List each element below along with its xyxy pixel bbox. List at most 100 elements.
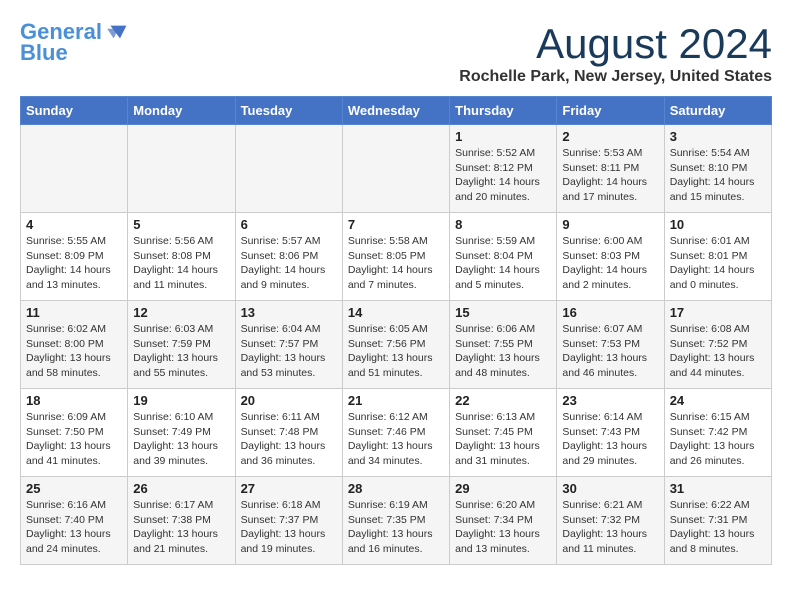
calendar-cell	[342, 125, 449, 213]
calendar-cell: 29Sunrise: 6:20 AM Sunset: 7:34 PM Dayli…	[450, 477, 557, 565]
day-number: 6	[241, 217, 337, 232]
cell-sun-info: Sunrise: 5:54 AM Sunset: 8:10 PM Dayligh…	[670, 146, 766, 205]
day-number: 27	[241, 481, 337, 496]
cell-sun-info: Sunrise: 5:57 AM Sunset: 8:06 PM Dayligh…	[241, 234, 337, 293]
weekday-header: Friday	[557, 97, 664, 125]
cell-sun-info: Sunrise: 6:22 AM Sunset: 7:31 PM Dayligh…	[670, 498, 766, 557]
cell-sun-info: Sunrise: 5:55 AM Sunset: 8:09 PM Dayligh…	[26, 234, 122, 293]
calendar-cell: 9 Sunrise: 6:00 AM Sunset: 8:03 PM Daylig…	[557, 213, 664, 301]
day-number: 31	[670, 481, 766, 496]
cell-sun-info: Sunrise: 6:17 AM Sunset: 7:38 PM Dayligh…	[133, 498, 229, 557]
day-number: 15	[455, 305, 551, 320]
logo: General Blue	[20, 20, 128, 66]
day-number: 21	[348, 393, 444, 408]
calendar-cell: 24 Sunrise: 6:15 AM Sunset: 7:42 PM Dayli…	[664, 389, 771, 477]
calendar-cell: 26 Sunrise: 6:17 AM Sunset: 7:38 PM Dayli…	[128, 477, 235, 565]
day-number: 17	[670, 305, 766, 320]
calendar-cell	[235, 125, 342, 213]
weekday-header: Monday	[128, 97, 235, 125]
calendar-cell: 10 Sunrise: 6:01 AM Sunset: 8:01 PM Dayli…	[664, 213, 771, 301]
day-number: 12	[133, 305, 229, 320]
cell-sun-info: Sunrise: 6:11 AM Sunset: 7:48 PM Dayligh…	[241, 410, 337, 469]
calendar-week-row: 11 Sunrise: 6:02 AM Sunset: 8:00 PM Dayli…	[21, 301, 772, 389]
cell-sun-info: Sunrise: 6:01 AM Sunset: 8:01 PM Dayligh…	[670, 234, 766, 293]
day-number: 8	[455, 217, 551, 232]
cell-sun-info: Sunrise: 6:07 AM Sunset: 7:53 PM Dayligh…	[562, 322, 658, 381]
calendar-cell: 3 Sunrise: 5:54 AM Sunset: 8:10 PM Daylig…	[664, 125, 771, 213]
day-number: 16	[562, 305, 658, 320]
calendar-cell: 1 Sunrise: 5:52 AM Sunset: 8:12 PM Daylig…	[450, 125, 557, 213]
logo-icon	[104, 20, 128, 44]
day-number: 10	[670, 217, 766, 232]
day-number: 24	[670, 393, 766, 408]
cell-sun-info: Sunrise: 6:06 AM Sunset: 7:55 PM Dayligh…	[455, 322, 551, 381]
cell-sun-info: Sunrise: 5:56 AM Sunset: 8:08 PM Dayligh…	[133, 234, 229, 293]
day-number: 23	[562, 393, 658, 408]
cell-sun-info: Sunrise: 6:00 AM Sunset: 8:03 PM Dayligh…	[562, 234, 658, 293]
calendar-cell: 12 Sunrise: 6:03 AM Sunset: 7:59 PM Dayli…	[128, 301, 235, 389]
cell-sun-info: Sunrise: 6:04 AM Sunset: 7:57 PM Dayligh…	[241, 322, 337, 381]
location-label: Rochelle Park, New Jersey, United States	[459, 68, 772, 86]
weekday-header: Tuesday	[235, 97, 342, 125]
day-number: 30	[562, 481, 658, 496]
calendar-cell: 21Sunrise: 6:12 AM Sunset: 7:46 PM Dayli…	[342, 389, 449, 477]
day-number: 3	[670, 129, 766, 144]
day-number: 2	[562, 129, 658, 144]
weekday-header: Sunday	[21, 97, 128, 125]
day-number: 9	[562, 217, 658, 232]
cell-sun-info: Sunrise: 6:02 AM Sunset: 8:00 PM Dayligh…	[26, 322, 122, 381]
calendar-cell: 8 Sunrise: 5:59 AM Sunset: 8:04 PM Daylig…	[450, 213, 557, 301]
calendar-week-row: 4 Sunrise: 5:55 AM Sunset: 8:09 PM Daylig…	[21, 213, 772, 301]
day-number: 28	[348, 481, 444, 496]
day-number: 22	[455, 393, 551, 408]
calendar-cell: 6 Sunrise: 5:57 AM Sunset: 8:06 PM Daylig…	[235, 213, 342, 301]
calendar-cell: 30 Sunrise: 6:21 AM Sunset: 7:32 PM Dayli…	[557, 477, 664, 565]
day-number: 11	[26, 305, 122, 320]
weekday-header: Saturday	[664, 97, 771, 125]
calendar-cell: 5 Sunrise: 5:56 AM Sunset: 8:08 PM Daylig…	[128, 213, 235, 301]
calendar-cell: 11 Sunrise: 6:02 AM Sunset: 8:00 PM Dayli…	[21, 301, 128, 389]
calendar-cell	[128, 125, 235, 213]
cell-sun-info: Sunrise: 6:08 AM Sunset: 7:52 PM Dayligh…	[670, 322, 766, 381]
day-number: 20	[241, 393, 337, 408]
page-header: General Blue August 2024 Rochelle Park, …	[20, 20, 772, 86]
day-number: 19	[133, 393, 229, 408]
calendar-cell: 2Sunrise: 5:53 AM Sunset: 8:11 PM Daylig…	[557, 125, 664, 213]
calendar-cell: 23 Sunrise: 6:14 AM Sunset: 7:43 PM Dayli…	[557, 389, 664, 477]
month-year-title: August 2024	[459, 20, 772, 68]
cell-sun-info: Sunrise: 5:58 AM Sunset: 8:05 PM Dayligh…	[348, 234, 444, 293]
calendar-week-row: 25Sunrise: 6:16 AM Sunset: 7:40 PM Dayli…	[21, 477, 772, 565]
cell-sun-info: Sunrise: 5:59 AM Sunset: 8:04 PM Dayligh…	[455, 234, 551, 293]
calendar-week-row: 1 Sunrise: 5:52 AM Sunset: 8:12 PM Daylig…	[21, 125, 772, 213]
cell-sun-info: Sunrise: 5:52 AM Sunset: 8:12 PM Dayligh…	[455, 146, 551, 205]
cell-sun-info: Sunrise: 6:10 AM Sunset: 7:49 PM Dayligh…	[133, 410, 229, 469]
cell-sun-info: Sunrise: 6:16 AM Sunset: 7:40 PM Dayligh…	[26, 498, 122, 557]
calendar-cell: 20 Sunrise: 6:11 AM Sunset: 7:48 PM Dayli…	[235, 389, 342, 477]
calendar-cell: 16 Sunrise: 6:07 AM Sunset: 7:53 PM Dayli…	[557, 301, 664, 389]
calendar-cell: 31 Sunrise: 6:22 AM Sunset: 7:31 PM Dayli…	[664, 477, 771, 565]
weekday-header: Thursday	[450, 97, 557, 125]
calendar-cell: 28 Sunrise: 6:19 AM Sunset: 7:35 PM Dayli…	[342, 477, 449, 565]
calendar-cell: 17 Sunrise: 6:08 AM Sunset: 7:52 PM Dayli…	[664, 301, 771, 389]
cell-sun-info: Sunrise: 6:19 AM Sunset: 7:35 PM Dayligh…	[348, 498, 444, 557]
cell-sun-info: Sunrise: 6:03 AM Sunset: 7:59 PM Dayligh…	[133, 322, 229, 381]
day-number: 14	[348, 305, 444, 320]
cell-sun-info: Sunrise: 6:15 AM Sunset: 7:42 PM Dayligh…	[670, 410, 766, 469]
day-number: 4	[26, 217, 122, 232]
calendar-cell: 14 Sunrise: 6:05 AM Sunset: 7:56 PM Dayli…	[342, 301, 449, 389]
calendar-cell: 15 Sunrise: 6:06 AM Sunset: 7:55 PM Dayli…	[450, 301, 557, 389]
day-number: 1	[455, 129, 551, 144]
cell-sun-info: Sunrise: 6:05 AM Sunset: 7:56 PM Dayligh…	[348, 322, 444, 381]
cell-sun-info: Sunrise: 6:14 AM Sunset: 7:43 PM Dayligh…	[562, 410, 658, 469]
day-number: 5	[133, 217, 229, 232]
calendar-cell: 4 Sunrise: 5:55 AM Sunset: 8:09 PM Daylig…	[21, 213, 128, 301]
calendar-header-row: SundayMondayTuesdayWednesdayThursdayFrid…	[21, 97, 772, 125]
day-number: 13	[241, 305, 337, 320]
day-number: 7	[348, 217, 444, 232]
calendar-cell: 19 Sunrise: 6:10 AM Sunset: 7:49 PM Dayli…	[128, 389, 235, 477]
day-number: 26	[133, 481, 229, 496]
title-block: August 2024 Rochelle Park, New Jersey, U…	[459, 20, 772, 86]
cell-sun-info: Sunrise: 6:18 AM Sunset: 7:37 PM Dayligh…	[241, 498, 337, 557]
calendar-cell: 7 Sunrise: 5:58 AM Sunset: 8:05 PM Daylig…	[342, 213, 449, 301]
cell-sun-info: Sunrise: 6:21 AM Sunset: 7:32 PM Dayligh…	[562, 498, 658, 557]
